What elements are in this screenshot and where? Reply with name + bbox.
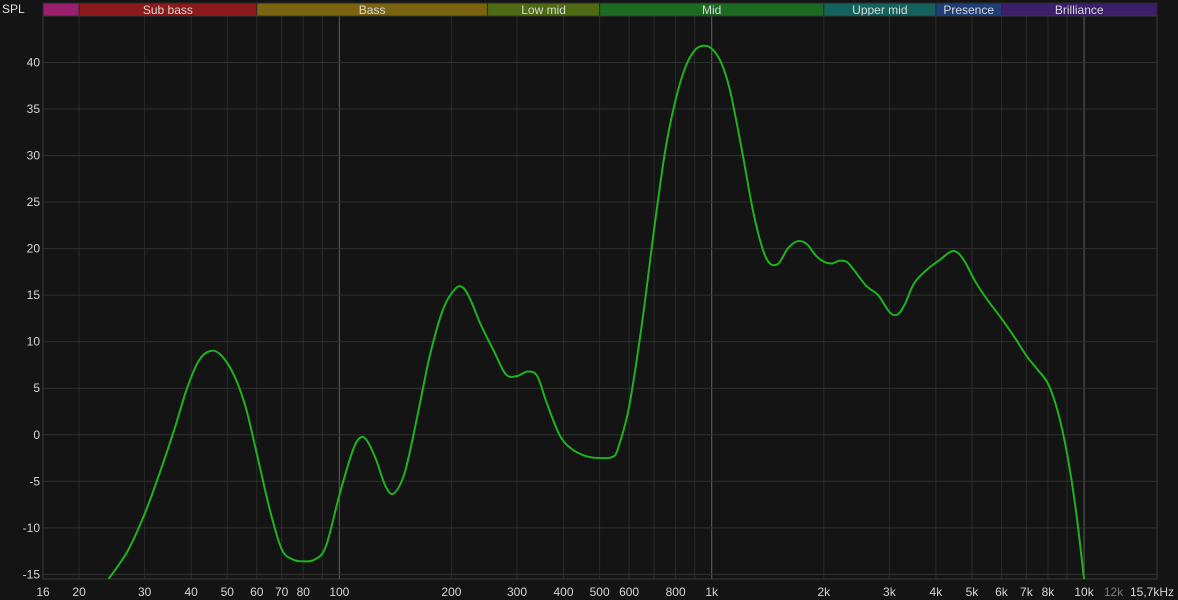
y-tick-label: 35 [27, 102, 41, 116]
x-tick-label: 4k [930, 585, 944, 599]
y-tick-label: 15 [27, 288, 41, 302]
frequency-band-bar: Sub bass Bass Low mid Mid Upper mid Presence B… [42, 2, 1158, 17]
x-tick-label: 200 [441, 585, 461, 599]
chart-grid [42, 15, 1158, 580]
y-tick-label: -15 [23, 567, 41, 581]
x-tick-label: 1k [705, 585, 719, 599]
band-label: Upper mid [852, 3, 907, 17]
band-label: Bass [359, 3, 386, 17]
x-tick-label: 16 [36, 585, 50, 599]
x-tick-label: 10k [1074, 585, 1094, 599]
x-tick-label: 80 [297, 585, 311, 599]
band-label: Sub bass [143, 3, 193, 17]
x-tick-label: 5k [966, 585, 980, 599]
band-label: Mid [702, 3, 721, 17]
x-tick-label: 60 [250, 585, 264, 599]
x-tick-label: 7k [1020, 585, 1034, 599]
y-tick-label: 0 [33, 428, 40, 442]
y-tick-label: -10 [23, 521, 41, 535]
y-tick-label: 5 [33, 381, 40, 395]
band-label: Brilliance [1055, 3, 1104, 17]
x-tick-label: 20 [72, 585, 86, 599]
y-axis-label: SPL [2, 2, 25, 16]
y-axis-tick-labels: -15 -10 -5 0 5 10 15 20 25 30 35 40 [23, 56, 41, 582]
band-label: Presence [943, 3, 994, 17]
x-tick-label: 300 [507, 585, 527, 599]
y-tick-label: -5 [29, 474, 40, 488]
band-label: Low mid [521, 3, 566, 17]
x-tick-label: 40 [184, 585, 198, 599]
x-tick-label: 3k [883, 585, 897, 599]
x-tick-label: 500 [590, 585, 610, 599]
y-tick-label: 30 [27, 149, 41, 163]
x-tick-label: 30 [138, 585, 152, 599]
x-tick-label: 100 [329, 585, 349, 599]
x-tick-label: 400 [554, 585, 574, 599]
x-tick-label: 12k [1104, 585, 1124, 599]
x-tick-label: 6k [995, 585, 1009, 599]
band-segment-1 [42, 2, 80, 17]
x-tick-label: 2k [817, 585, 831, 599]
y-tick-label: 20 [27, 242, 41, 256]
y-tick-label: 25 [27, 195, 41, 209]
x-tick-label: 800 [666, 585, 686, 599]
x-tick-label: 600 [619, 585, 639, 599]
x-tick-label: 8k [1042, 585, 1056, 599]
x-axis-tick-labels: 16 20 30 40 50 60 70 80 100 200 300 400 500 600 800 1k 2… [36, 585, 1174, 599]
x-tick-label: 15,7kHz [1130, 585, 1174, 599]
x-tick-label: 70 [275, 585, 289, 599]
frequency-response-chart: Sub bass Bass Low mid Mid Upper mid Presence B… [2, 2, 1174, 599]
y-tick-label: 40 [27, 56, 41, 70]
x-tick-label: 50 [221, 585, 235, 599]
y-tick-label: 10 [27, 335, 41, 349]
